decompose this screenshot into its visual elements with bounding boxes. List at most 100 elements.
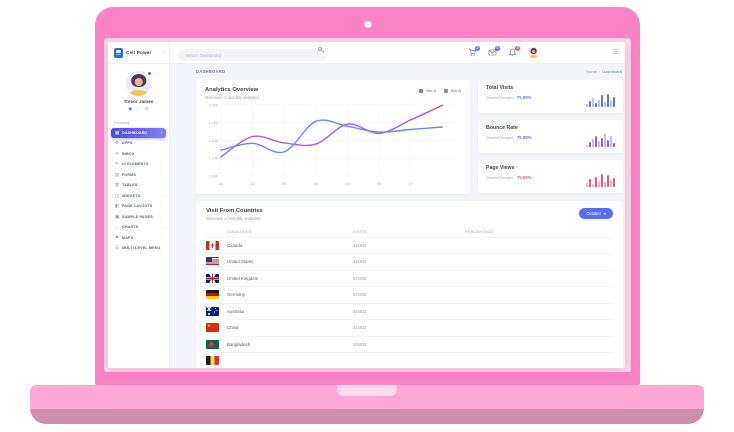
breadcrumb-home-link[interactable]: Home [586,69,597,74]
table-row: United Kingdom645032 [206,270,613,287]
flag-ca-icon [206,241,219,250]
sidebar-item-tables[interactable]: ▥Tables› [111,181,166,191]
legend-site-a[interactable]: Site A [419,88,436,93]
svg-text:02: 02 [251,182,255,186]
country-name: Canada [227,243,242,248]
sidebar-item-sample-pages[interactable]: ▣Sample Pages› [111,212,166,222]
chevron-right-icon: › [161,183,162,188]
chevron-down-icon: ▾ [604,211,606,216]
growth-value: 75.00% [517,175,532,180]
sidebar-item-page-layouts[interactable]: ◧Page Layouts› [111,202,166,212]
page-views-card: Page Views Overall Growth 75.00% [478,160,623,193]
flag-us-icon [206,257,219,266]
period-dropdown-button[interactable]: October ▾ [579,208,613,219]
pages-icon: ▣ [115,214,122,220]
mail-badge: 0 [495,46,500,51]
brand-logo-icon [114,48,123,58]
chevron-right-icon: › [161,193,162,198]
cart-badge: 4 [475,46,480,51]
sidebar-item-widgets[interactable]: ◫Widgets› [111,191,166,201]
brand: Cell Power ‹ [108,42,170,63]
breadcrumb-separator: › [599,69,600,74]
sidebar-item-charts[interactable]: ◔Charts› [111,223,166,233]
svg-text:03: 03 [282,182,286,186]
sidebar-menu: ▦Dashboard›⚙Apps›✉Inbox›✎UI Elements›▤Fo… [108,128,169,253]
total-visits-card: Total Visits Overall Growth 75.00% [478,80,623,113]
chevron-right-icon: › [161,130,162,135]
sidebar-item-forms[interactable]: ▤Forms› [111,170,166,180]
table-row: Germany645032 [206,286,613,303]
chevron-right-icon: › [161,235,162,240]
col-visits: Visits [353,230,465,234]
country-name: Australia [227,309,244,314]
sidebar-item-maps[interactable]: ⚑Maps› [111,233,166,243]
sidebar-item-inbox[interactable]: ✉Inbox› [111,149,166,159]
visits-value: 645032 [353,276,465,281]
laptop-mockup: Cell Power ‹ 4 0 [0,0,734,432]
breadcrumb-current[interactable]: Dashboard [602,69,622,74]
widget-icon: ◫ [115,193,122,199]
legend-site-b[interactable]: Site B [444,88,461,93]
table-row: Australia 645032 [206,303,613,320]
growth-value: 75.00% [517,95,532,100]
sidebar-item-apps[interactable]: ⚙Apps› [111,139,166,149]
profile-status-icon[interactable]: ◉ [128,106,132,112]
country-name: China [227,325,238,330]
flag-be-icon [206,356,219,365]
chevron-right-icon: › [161,151,162,156]
growth-label: Overall Growth [486,175,513,180]
sidebar-item-dashboard[interactable]: ▦Dashboard› [111,128,166,138]
search [178,44,328,62]
profile-home-icon[interactable]: ⌂ [137,106,140,112]
bell-icon[interactable]: 3 [508,48,517,57]
country-name: Bangladesh [227,342,250,347]
country-name: Germany [227,292,245,297]
mail-icon[interactable]: 0 [488,48,497,57]
topbar-avatar[interactable] [528,47,539,58]
chart-legend: Site A Site B [419,88,461,93]
table-body: Canada645032United States645032United Ki… [206,237,613,369]
visit-from-countries-card: Visit From Countries Overview of monthly… [196,201,623,368]
countries-title: Visit From Countries [206,208,263,214]
svg-text:1,500: 1,500 [208,138,218,142]
pencil-icon: ✎ [115,161,122,167]
sidebar-item-multi-level-menu[interactable]: ☰Multi-level Menu› [111,244,166,254]
chevron-right-icon: › [161,162,162,167]
profile-name: Trevor James [108,99,169,104]
visits-value: 645032 [353,309,465,314]
gear-icon: ⚙ [115,140,122,146]
growth-label: Overall Growth [486,95,513,100]
sidebar-toggle-icon[interactable]: ‹ [163,50,165,55]
layout-icon: ◧ [115,203,122,209]
visits-value: 645032 [353,259,465,264]
laptop-screen-bezel: Cell Power ‹ 4 0 [95,7,640,385]
stat-title: Bounce Rate [486,125,615,131]
cart-icon[interactable]: 4 [468,48,477,57]
svg-text:1,000: 1,000 [208,174,218,178]
search-icon[interactable] [318,47,322,51]
growth-label: Overall Growth [486,135,513,140]
mini-bar-chart [586,172,615,187]
chart-pie-icon: ◔ [115,225,122,230]
chevron-right-icon: › [161,214,162,219]
growth-value: 75.00% [517,135,532,140]
hamburger-menu-icon[interactable]: ☰ [613,50,618,56]
visits-value: 645032 [353,342,465,347]
flag-de-icon [206,290,219,299]
online-status-dot [147,71,152,76]
search-input[interactable] [178,49,328,61]
svg-text:1,250: 1,250 [208,156,218,160]
table-icon: ▥ [115,182,122,188]
stat-title: Page Views [486,165,615,171]
svg-text:1,750: 1,750 [208,121,218,125]
flag-uk-icon [206,274,219,283]
map-pin-icon: ⚑ [115,235,122,241]
table-row [206,352,613,368]
topbar: Cell Power ‹ 4 0 [108,42,625,64]
svg-text:04: 04 [314,182,318,186]
flag-bd-icon [206,340,219,349]
sidebar-item-ui-elements[interactable]: ✎UI Elements› [111,160,166,170]
line-chart: 2,0001,7501,5001,2501,00001020304050607 [205,102,461,188]
svg-text:06: 06 [377,182,381,186]
profile-settings-icon[interactable]: ⚙ [145,106,149,112]
